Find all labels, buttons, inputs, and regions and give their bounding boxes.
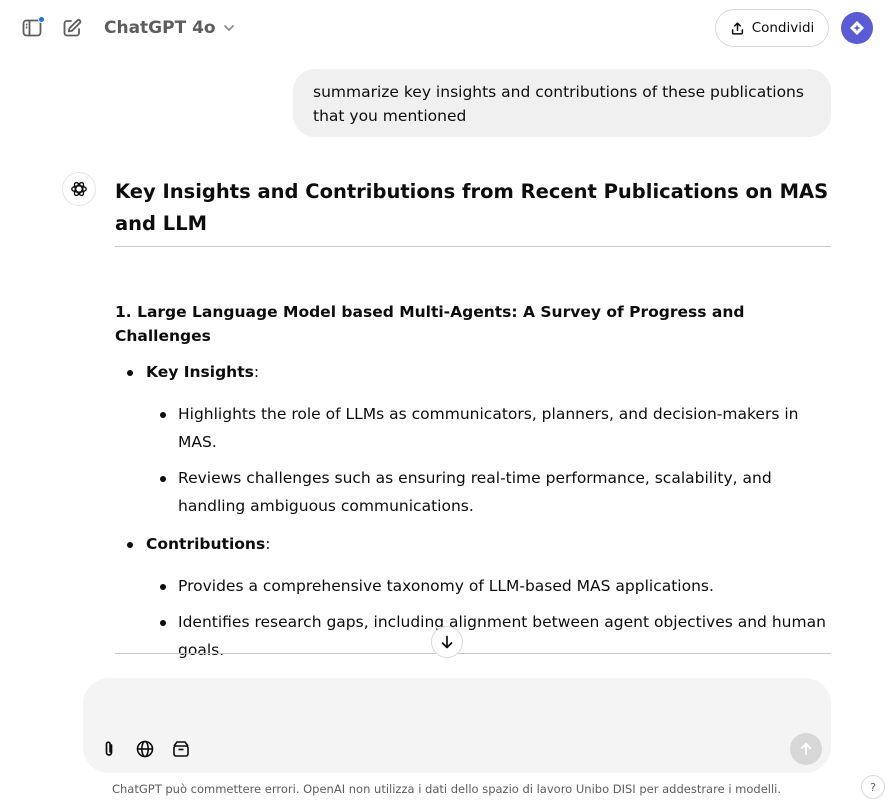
sidebar-toggle-button[interactable]: [16, 12, 48, 44]
user-avatar[interactable]: [841, 12, 873, 44]
contributions-list: Provides a comprehensive taxonomy of LLM…: [146, 572, 831, 664]
message-input[interactable]: [103, 690, 803, 716]
web-search-button[interactable]: [131, 735, 159, 763]
list-item: Identifies research gaps, including alig…: [146, 608, 831, 664]
assistant-message: Key Insights and Contributions from Rece…: [115, 176, 831, 676]
contributions-label: Contributions: [146, 535, 266, 553]
new-chat-button[interactable]: [56, 12, 88, 44]
upload-icon: [731, 21, 743, 35]
globe-icon: [136, 740, 154, 758]
canvas-button[interactable]: [167, 735, 195, 763]
section-divider: [115, 653, 831, 654]
canvas-icon: [173, 741, 189, 757]
footer-disclaimer: ChatGPT può commettere errori. OpenAI no…: [111, 782, 782, 796]
help-button[interactable]: ?: [861, 775, 885, 799]
scroll-to-bottom-button[interactable]: [431, 626, 463, 658]
arrow-up-icon: [800, 742, 812, 755]
key-insights-list: Highlights the role of LLMs as communica…: [146, 400, 831, 520]
diamond-icon: [850, 21, 864, 35]
model-selector[interactable]: ChatGPT 4o: [96, 12, 244, 44]
key-insights-label: Key Insights: [146, 363, 254, 381]
share-label: Condividi: [751, 20, 815, 36]
notification-dot: [38, 16, 45, 23]
composer: [83, 678, 831, 773]
list-item: Provides a comprehensive taxonomy of LLM…: [146, 572, 831, 600]
user-message: summarize key insights and contributions…: [293, 69, 831, 137]
assistant-avatar: [62, 172, 96, 206]
contributions-item: Contributions: Provides a comprehensive …: [115, 532, 831, 664]
edit-icon: [63, 19, 82, 37]
top-bar: ChatGPT 4o Condividi: [0, 0, 893, 58]
attach-button[interactable]: [95, 735, 123, 763]
list-item: Highlights the role of LLMs as communica…: [146, 400, 831, 456]
paperclip-icon: [105, 741, 113, 756]
send-button[interactable]: [790, 733, 822, 765]
arrow-down-icon: [441, 635, 453, 649]
answer-heading: Key Insights and Contributions from Rece…: [115, 176, 831, 247]
chevron-down-icon: [223, 25, 234, 32]
openai-logo-icon: [71, 181, 87, 197]
share-button[interactable]: Condividi: [715, 9, 829, 47]
key-insights-item: Key Insights: Highlights the role of LLM…: [115, 360, 831, 520]
section-title: 1. Large Language Model based Multi-Agen…: [115, 303, 745, 345]
section-list: Key Insights: Highlights the role of LLM…: [115, 360, 831, 664]
model-name: ChatGPT 4o: [104, 18, 216, 38]
list-item: Reviews challenges such as ensuring real…: [146, 464, 831, 520]
